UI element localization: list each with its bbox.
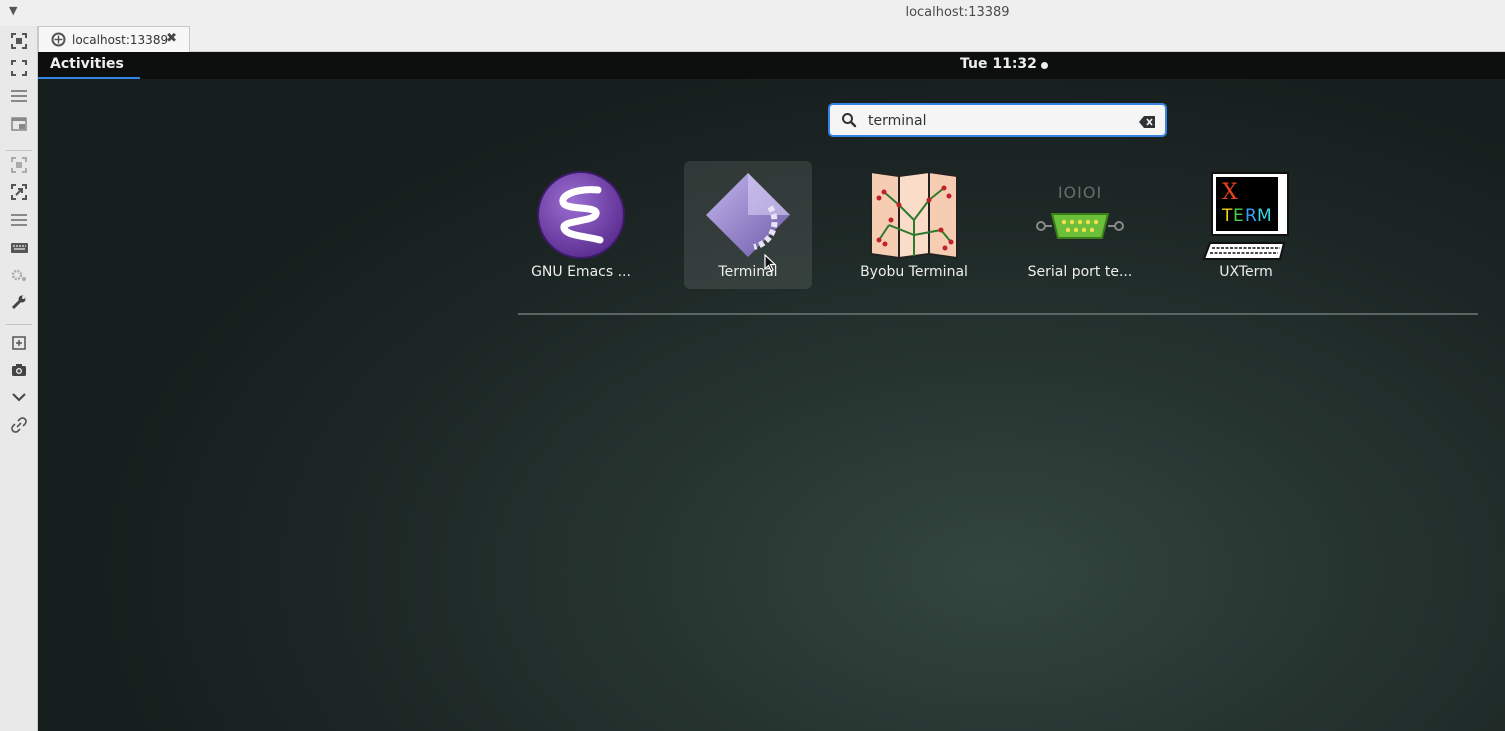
window-mode-icon[interactable] <box>8 113 30 135</box>
tab-label: localhost:13389 <box>72 32 169 47</box>
hamburger-icon[interactable] <box>8 85 30 107</box>
clock[interactable]: Tue 11:32 <box>960 56 1037 72</box>
select-icon[interactable] <box>8 154 30 176</box>
keyboard-icon[interactable] <box>8 237 30 259</box>
search-input[interactable] <box>868 111 1128 131</box>
serial-port-icon: IOIOI <box>1034 169 1126 261</box>
tab-close-icon[interactable]: ✖ <box>166 31 177 46</box>
app-label: Terminal <box>718 264 778 280</box>
svg-text:E: E <box>1233 206 1244 226</box>
results-divider <box>518 313 1478 315</box>
settings-icon[interactable] <box>8 264 30 286</box>
emacs-icon <box>535 169 627 261</box>
app-terminal[interactable]: Terminal <box>684 161 812 289</box>
list-icon[interactable] <box>8 209 30 231</box>
notification-dot-icon <box>1041 62 1048 69</box>
app-serial-port-terminal[interactable]: IOIOI Serial port te... <box>1016 161 1144 289</box>
app-label: GNU Emacs ... <box>531 264 631 280</box>
window-titlebar: ▼ localhost:13389 <box>0 0 1505 26</box>
tab-localhost[interactable]: localhost:13389 ✖ <box>38 26 190 52</box>
app-byobu-terminal[interactable]: Byobu Terminal <box>850 161 978 289</box>
new-window-icon[interactable] <box>8 332 30 354</box>
window-title: localhost:13389 <box>905 5 1010 20</box>
remote-desktop-icon <box>51 32 66 47</box>
wrench-icon[interactable] <box>8 291 30 313</box>
app-label: Serial port te... <box>1027 264 1133 280</box>
clear-search-icon[interactable] <box>1139 113 1155 132</box>
fullscreen-icon[interactable] <box>8 57 30 79</box>
link-icon[interactable] <box>8 414 30 436</box>
app-label: UXTerm <box>1219 264 1273 280</box>
byobu-icon <box>868 169 960 261</box>
mouse-cursor-icon <box>764 253 777 276</box>
remote-toolbar <box>0 26 38 731</box>
svg-text:IOIOI: IOIOI <box>1058 183 1102 202</box>
fit-screen-icon[interactable] <box>8 30 30 52</box>
svg-text:R: R <box>1245 206 1257 226</box>
activities-label: Activities <box>50 56 124 72</box>
terminal-icon <box>702 169 794 261</box>
camera-icon[interactable] <box>8 359 30 381</box>
uxterm-icon: X T E R M <box>1200 169 1292 261</box>
expand-icon[interactable] <box>8 181 30 203</box>
activities-button[interactable]: Activities <box>38 52 140 79</box>
tab-bar: localhost:13389 ✖ <box>38 26 1505 52</box>
app-gnu-emacs[interactable]: GNU Emacs ... <box>517 161 645 289</box>
remote-desktop: Activities Tue 11:32 GNU Emacs ... <box>38 52 1505 731</box>
chevron-down-icon[interactable] <box>8 386 30 408</box>
search-box[interactable] <box>828 103 1167 137</box>
app-uxterm[interactable]: X T E R M UXTerm <box>1182 161 1310 289</box>
app-label: Byobu Terminal <box>860 264 968 280</box>
search-icon <box>841 112 857 132</box>
svg-text:M: M <box>1257 206 1272 226</box>
svg-text:T: T <box>1221 206 1233 226</box>
gnome-top-bar: Activities Tue 11:32 <box>38 52 1505 79</box>
svg-text:X: X <box>1222 180 1238 205</box>
